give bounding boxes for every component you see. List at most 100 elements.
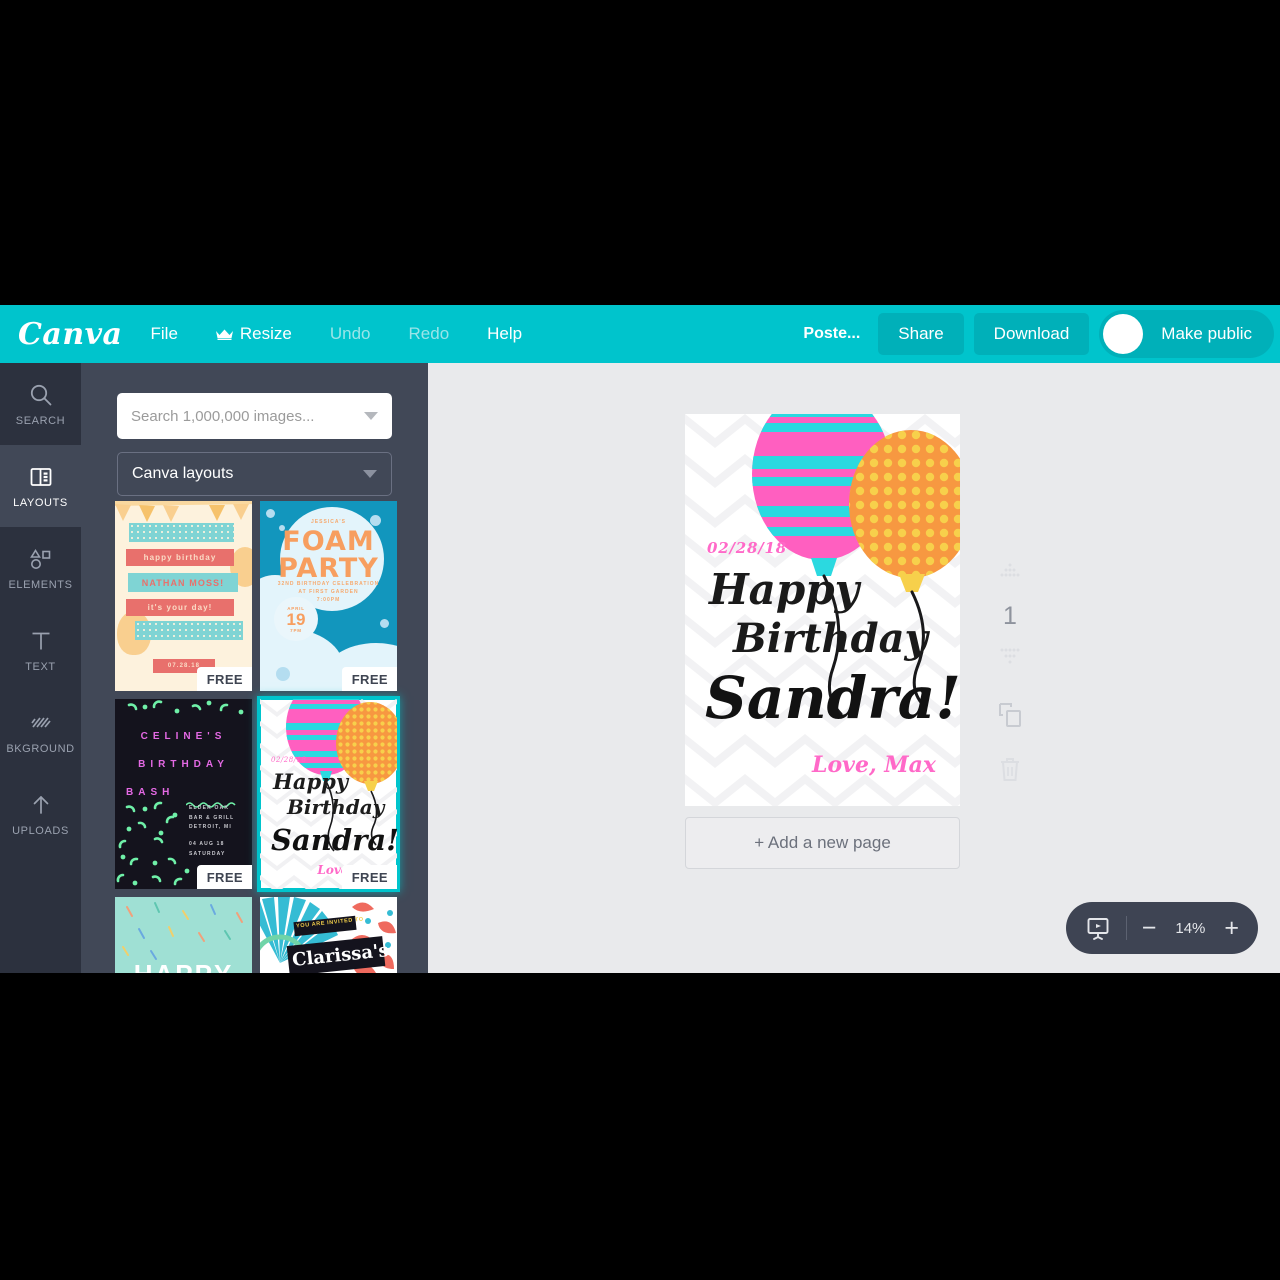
thumb-line-name: Sandra! (271, 823, 397, 857)
canva-editor-window: Canva File Resize Undo Redo Help Poste..… (0, 305, 1280, 973)
sidebar-item-text[interactable]: TEXT (0, 609, 81, 691)
layouts-icon (28, 464, 54, 490)
thumb-line-venue: AT FIRST GARDEN (298, 589, 359, 595)
layout-category-select[interactable]: Canva layouts (117, 452, 392, 496)
design-canvas-area: 02/28/18 Happy Birthday Sandra! Love, Ma… (428, 363, 1280, 973)
layout-thumb-happy-confetti[interactable]: HAPPY (115, 897, 252, 973)
balloons-illustration (286, 699, 397, 852)
upload-icon (28, 792, 54, 818)
thumb-line-happy: HAPPY (115, 959, 252, 973)
thumb-line-date: 04 AUG 18 (189, 841, 225, 847)
poster-date: 02/28/18 (707, 539, 787, 557)
layout-thumbnail-grid: happy birthday NATHAN MOSS! it's your da… (115, 501, 400, 973)
menu-item-help[interactable]: Help (477, 318, 532, 350)
zoom-out-button[interactable]: − (1142, 915, 1157, 941)
delete-page-icon[interactable] (997, 755, 1023, 788)
toggle-knob[interactable] (1103, 314, 1144, 354)
thumb-line-birthday: BIRTHDAY (138, 759, 229, 770)
thumb-line-day: 19 (286, 609, 306, 629)
squiggle-decoration (185, 795, 242, 808)
download-button[interactable]: Download (973, 313, 1090, 355)
poster-signature: Love, Max (812, 752, 936, 778)
chevron-down-icon[interactable] (364, 412, 378, 420)
sidebar-item-background-label: BKGROUND (6, 742, 75, 755)
thumb-line-weekday: SATURDAY (189, 850, 226, 857)
poster-line-name: Sandra! (705, 664, 960, 732)
decorative-band (129, 523, 234, 542)
make-public-toggle[interactable]: Make public (1099, 310, 1274, 358)
menu-item-redo[interactable]: Redo (399, 318, 460, 350)
duplicate-page-icon[interactable] (996, 700, 1024, 733)
thumb-line-name: NATHAN MOSS! (128, 573, 238, 592)
bubble-decoration (276, 667, 290, 681)
sidebar-item-elements[interactable]: ELEMENTS (0, 527, 81, 609)
thumb-line-venue2: BAR & GRILL (189, 814, 235, 821)
thumb-line-its-your-day: it's your day! (126, 599, 234, 616)
share-button[interactable]: Share (878, 313, 964, 355)
search-field-wrapper[interactable] (117, 393, 392, 439)
layout-thumb-clarissas-invite[interactable]: YOU ARE INVITED TO Clarissa's (260, 897, 397, 973)
document-title[interactable]: Poste... (795, 325, 868, 343)
present-icon[interactable] (1085, 915, 1111, 941)
thumb-date-block: 04 AUG 18 SATURDAY (189, 840, 226, 859)
thumb-date-badge: APRIL 19 7PM (274, 597, 318, 641)
thumb-line-venue1: ELDER OAK (189, 805, 230, 811)
thumb-line-date: 02/28/18 (271, 756, 307, 764)
top-toolbar: Canva File Resize Undo Redo Help Poste..… (0, 305, 1280, 363)
canva-logo[interactable]: Canva (18, 317, 123, 352)
background-icon (28, 710, 54, 736)
sidebar-item-layouts[interactable]: LAYOUTS (0, 445, 81, 527)
zoom-level: 14% (1175, 919, 1206, 937)
sidebar-item-search-label: SEARCH (15, 414, 66, 427)
thumb-line-happy: Happy (273, 769, 349, 794)
sidebar-item-elements-label: ELEMENTS (8, 578, 73, 591)
sidebar-item-uploads-label: UPLOADS (12, 824, 69, 837)
layout-category-value: Canva layouts (132, 465, 234, 482)
layout-thumb-nathan-moss[interactable]: happy birthday NATHAN MOSS! it's your da… (115, 501, 252, 691)
thumb-line-party: PARTY (278, 553, 379, 584)
divider (1125, 916, 1127, 940)
crown-icon (215, 329, 233, 340)
poster-design-page[interactable]: 02/28/18 Happy Birthday Sandra! Love, Ma… (685, 414, 960, 806)
zoom-in-button[interactable]: + (1224, 915, 1239, 941)
search-icon (28, 382, 54, 408)
menu-item-undo[interactable]: Undo (320, 318, 381, 350)
free-badge: FREE (196, 865, 252, 889)
free-badge: FREE (341, 865, 397, 889)
bubble-decoration (380, 619, 389, 628)
thumb-line-happy-birthday: happy birthday (126, 549, 234, 566)
left-tool-rail: SEARCH LAYOUTS ELEMENTS TEXT BKGROUND UP… (0, 363, 81, 973)
menu-item-file[interactable]: File (141, 318, 188, 350)
poster-line-happy: Happy (709, 565, 860, 614)
chevron-down-icon[interactable] (363, 470, 377, 478)
zoom-toolbar: − 14% + (1065, 902, 1258, 954)
free-badge: FREE (341, 667, 397, 691)
layouts-panel: Canva layouts (81, 363, 428, 973)
move-down-icon[interactable] (997, 647, 1023, 670)
search-input[interactable] (131, 407, 364, 425)
sidebar-item-layouts-label: LAYOUTS (13, 496, 68, 509)
sidebar-item-uploads[interactable]: UPLOADS (0, 773, 81, 855)
thumb-line-owner: JESSICA'S (311, 519, 346, 525)
move-up-icon[interactable] (997, 563, 1023, 586)
sidebar-item-search[interactable]: SEARCH (0, 363, 81, 445)
page-number: 1 (1003, 602, 1017, 630)
sidebar-item-background[interactable]: BKGROUND (0, 691, 81, 773)
layout-thumb-foam-party[interactable]: JESSICA'S FOAM PARTY 32ND BIRTHDAY CELEB… (260, 501, 397, 691)
make-public-label: Make public (1161, 324, 1252, 343)
add-new-page-button[interactable]: + Add a new page (685, 817, 960, 869)
text-icon (28, 628, 54, 654)
page-tools: 1 (980, 563, 1040, 788)
decorative-band (135, 621, 243, 640)
poster-line-birthday: Birthday (733, 615, 928, 662)
layout-thumb-sandra-birthday[interactable]: 02/28/18 Happy Birthday Sandra! Love, Ma… (257, 696, 400, 892)
sidebar-item-text-label: TEXT (25, 660, 56, 673)
elements-icon (28, 546, 54, 572)
menu-item-resize[interactable]: Resize (206, 318, 302, 350)
thumb-line-celines: CELINE'S (140, 731, 227, 742)
top-toolbar-actions: Poste... Share Download Make public (795, 305, 1274, 363)
layout-thumb-celines-bash[interactable]: CELINE'S BIRTHDAY BASH ELDER OAK BAR & G… (115, 699, 252, 889)
menu-item-resize-label: Resize (239, 324, 292, 343)
free-badge: FREE (196, 667, 252, 691)
thumb-line-bash: BASH (126, 787, 175, 798)
